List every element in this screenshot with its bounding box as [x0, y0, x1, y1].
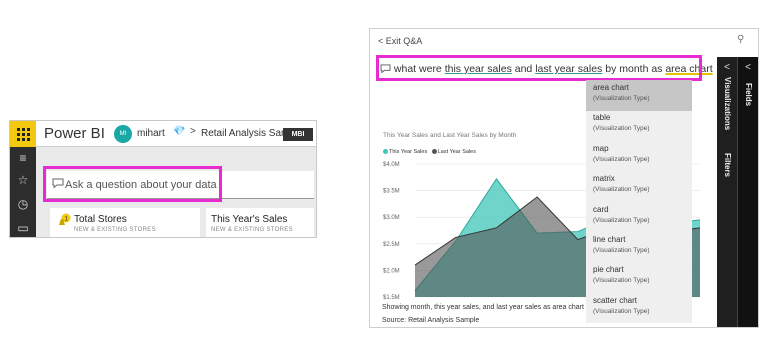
- app-launcher-waffle-icon[interactable]: [10, 121, 36, 147]
- brand-title: Power BI: [44, 125, 105, 142]
- dropdown-item-type: (Visualization Type): [593, 125, 650, 133]
- y-tick-label: $4.0M: [383, 162, 400, 168]
- tile-title: Total Stores: [74, 214, 127, 225]
- dropdown-item-type: (Visualization Type): [593, 277, 650, 285]
- area-chart[interactable]: $4.0M $3.5M $3.0M $2.5M $2.0M $1.5M: [370, 29, 759, 328]
- fields-pane[interactable]: < Fields: [737, 57, 758, 327]
- fields-label: Fields: [744, 83, 753, 107]
- dropdown-item-name: line chart: [593, 235, 626, 244]
- filters-label[interactable]: Filters: [723, 153, 732, 177]
- hamburger-icon[interactable]: ≡: [10, 151, 36, 165]
- dropdown-item-name: pie chart: [593, 265, 624, 275]
- user-name[interactable]: mihart: [137, 128, 165, 139]
- dropdown-item-name: area chart: [593, 83, 630, 92]
- dropdown-item[interactable]: pie chart (Visualization Type): [586, 262, 692, 293]
- y-tick-label: $1.5M: [383, 295, 400, 301]
- dropdown-item-type: (Visualization Type): [593, 247, 650, 254]
- dropdown-item[interactable]: card (Visualization Type): [586, 202, 692, 233]
- tile-subtitle: NEW & EXISTING STORES: [211, 227, 293, 233]
- highlight-box-qna: [43, 166, 222, 202]
- visualizations-label: Visualizations: [723, 77, 732, 131]
- dropdown-item-name: scatter chart: [593, 295, 638, 305]
- alert-bell-icon: 1: [59, 213, 71, 225]
- dropdown-item-type: (Visualization Type): [593, 155, 650, 163]
- tile-subtitle: NEW & EXISTING STORES: [74, 227, 156, 233]
- chevron-left-icon[interactable]: <: [738, 62, 758, 73]
- dropdown-item[interactable]: table (Visualization Type): [586, 110, 692, 141]
- dropdown-item[interactable]: map (Visualization Type): [586, 141, 692, 172]
- workspace-badge: MBI: [283, 128, 313, 141]
- tile-this-years-sales[interactable]: This Year's Sales NEW & EXISTING STORES: [206, 208, 314, 237]
- y-tick-label: $2.5M: [383, 242, 400, 248]
- premium-diamond-icon: 💎: [173, 126, 186, 137]
- visualizations-pane[interactable]: < Visualizations Filters: [717, 57, 737, 327]
- star-icon[interactable]: ☆: [10, 173, 36, 187]
- y-tick-label: $3.5M: [383, 189, 400, 195]
- chevron-left-icon[interactable]: <: [717, 62, 737, 73]
- dropdown-item[interactable]: matrix (Visualization Type): [586, 171, 692, 202]
- clock-icon[interactable]: ◷: [10, 197, 36, 211]
- breadcrumb-chevron-icon: >: [190, 126, 196, 137]
- dropdown-item-name: matrix: [593, 174, 615, 184]
- tile-total-stores[interactable]: 1 Total Stores NEW & EXISTING STORES: [50, 208, 200, 237]
- chart-source: Source: Retail Analysis Sample: [382, 317, 480, 324]
- y-tick-label: $3.0M: [383, 215, 400, 221]
- chart-caption: Showing month, this year sales, and last…: [382, 304, 584, 311]
- screenshot-stage: Power BI MI mihart 💎 > Retail Analysis S…: [0, 0, 768, 357]
- qna-explorer-panel: < Exit Q&A ⚲ what were this year sales a…: [369, 28, 759, 328]
- dropdown-item-name: table: [593, 113, 611, 123]
- y-tick-label: $2.0M: [383, 268, 400, 274]
- dropdown-item-name: card: [593, 204, 609, 214]
- dropdown-item[interactable]: area chart (Visualization Type): [586, 80, 692, 111]
- dropdown-item[interactable]: scatter chart (Visualization Type): [586, 293, 692, 324]
- dropdown-item[interactable]: line chart (Visualization Type): [586, 232, 692, 263]
- top-bar: Power BI MI mihart 💎 > Retail Analysis S…: [10, 121, 316, 147]
- dropdown-item-type: (Visualization Type): [593, 186, 650, 194]
- user-avatar[interactable]: MI: [114, 125, 132, 143]
- tile-title: This Year's Sales: [211, 214, 288, 225]
- dropdown-item-type: (Visualization Type): [593, 307, 650, 315]
- visualization-type-dropdown: area chart (Visualization Type) table (Visu…: [586, 80, 692, 323]
- powerbi-dashboard-panel: Power BI MI mihart 💎 > Retail Analysis S…: [9, 120, 317, 238]
- apps-icon[interactable]: ▭: [10, 221, 36, 235]
- nav-rail: ≡ ☆ ◷ ▭: [10, 147, 36, 237]
- dropdown-item-type: (Visualization Type): [593, 216, 650, 224]
- dropdown-item-type: (Visualization Type): [593, 95, 650, 102]
- dropdown-item-name: map: [593, 143, 609, 153]
